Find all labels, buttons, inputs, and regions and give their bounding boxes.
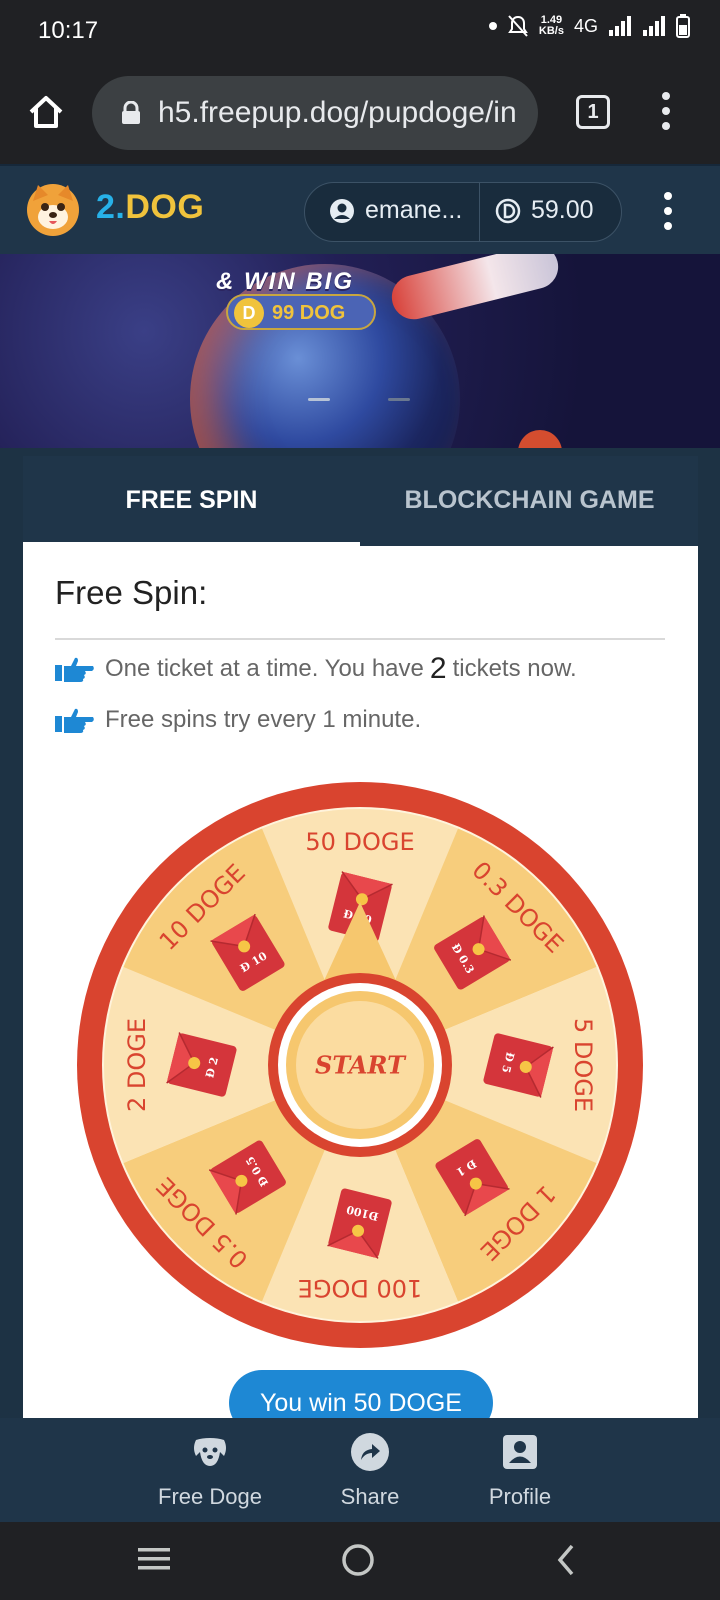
signal-icon — [609, 16, 631, 36]
wheel-segment-label: 5 DOGE — [569, 1018, 597, 1112]
banner-prize-pill: D 99 DOG — [226, 294, 376, 330]
ticket-text-after: tickets now. — [452, 655, 577, 682]
pointing-hand-icon — [55, 708, 94, 733]
url-text: h5.freepup.dog/pupdoge/in — [158, 96, 517, 129]
spin-interval-text: Free spins try every 1 minute. — [105, 706, 422, 733]
browser-toolbar: h5.freepup.dog/pupdoge/in 1 — [0, 62, 720, 164]
app-screen: 10:17 1.49 KB/s 4G h5.freepup.dog/pupdoge… — [0, 0, 720, 1600]
dog-icon — [194, 1438, 226, 1466]
balance-button[interactable]: 59.00 — [495, 196, 594, 225]
signal-icon-2 — [643, 16, 665, 36]
network-rate: 1.49 KB/s — [538, 14, 564, 37]
user-button[interactable]: emane... — [329, 196, 462, 225]
free-spin-title: Free Spin: — [55, 574, 208, 611]
wheel-segment-label: 50 DOGE — [305, 828, 414, 856]
promo-banner[interactable]: & WIN BIG D 99 DOG — [0, 254, 720, 448]
rocket-graphic — [387, 254, 563, 324]
banner-title: & WIN BIG — [216, 268, 354, 295]
shiba-logo-icon[interactable] — [26, 183, 80, 237]
nav-label: Share — [340, 1484, 400, 1509]
wheel-segment-label: 2 DOGE — [123, 1018, 151, 1112]
nav-free-doge[interactable]: Free Doge — [140, 1432, 280, 1510]
back-icon[interactable] — [554, 1542, 578, 1578]
banner-prize-text: 99 DOG — [272, 302, 346, 324]
browser-menu-icon[interactable] — [660, 92, 672, 132]
lock-icon — [122, 101, 140, 124]
ticket-info: One ticket at a time. You have 2 tickets… — [55, 652, 577, 686]
home-circle-icon[interactable] — [340, 1542, 376, 1578]
nav-label: Profile — [488, 1484, 552, 1509]
prize-wheel[interactable]: 50 DOGEÐ 500.3 DOGEÐ 0.35 DOGEÐ 51 DOGEÐ… — [77, 782, 643, 1348]
ticket-count: 2 — [429, 652, 447, 685]
home-icon[interactable] — [26, 92, 66, 132]
notification-dot-icon — [488, 22, 497, 30]
spin-interval-info: Free spins try every 1 minute. — [55, 706, 421, 734]
game-tabs: FREE SPIN BLOCKCHAIN GAME — [23, 456, 698, 546]
win-result-button[interactable]: You win 50 DOGE — [229, 1370, 493, 1418]
system-navigation — [0, 1522, 720, 1600]
share-icon — [351, 1433, 389, 1471]
app-menu-icon[interactable] — [662, 192, 674, 237]
tab-free-spin[interactable]: FREE SPIN — [23, 456, 360, 546]
app-header: 2.DOG emane... 59.00 — [0, 164, 720, 254]
recent-apps-icon[interactable] — [136, 1542, 172, 1576]
status-time: 10:17 — [38, 17, 99, 44]
ticket-text-before: One ticket at a time. You have — [105, 655, 424, 682]
nav-share[interactable]: Share — [300, 1432, 440, 1510]
tab-switcher-button[interactable]: 1 — [576, 95, 610, 129]
start-label: START — [315, 1051, 407, 1080]
battery-icon — [676, 14, 690, 38]
account-pill: emane... 59.00 — [304, 182, 622, 242]
bell-off-icon — [508, 15, 528, 37]
carousel-indicator-1[interactable] — [308, 398, 330, 401]
status-icons: 1.49 KB/s 4G — [488, 14, 690, 38]
carousel-indicator-2[interactable] — [388, 398, 410, 401]
doge-coin-icon: D — [234, 298, 264, 328]
moon-graphic — [518, 430, 562, 448]
account-divider — [479, 183, 480, 241]
divider — [55, 638, 665, 640]
doge-coin-icon — [495, 198, 521, 223]
network-type: 4G — [573, 15, 598, 36]
nav-label: Free Doge — [158, 1484, 262, 1509]
nav-profile[interactable]: Profile — [450, 1432, 590, 1510]
tab-blockchain-game[interactable]: BLOCKCHAIN GAME — [361, 456, 698, 546]
status-bar: 10:17 1.49 KB/s 4G — [0, 0, 720, 62]
profile-icon — [503, 1435, 537, 1469]
wheel-segment-label: 100 DOGE — [298, 1274, 423, 1302]
user-icon — [330, 198, 354, 223]
bottom-navigation: Free Doge Share Profile — [0, 1418, 720, 1522]
brand-name: 2.DOG — [96, 188, 205, 226]
pointing-hand-icon — [55, 657, 94, 682]
free-spin-card: Free Spin: One ticket at a time. You hav… — [23, 546, 698, 1418]
address-bar[interactable]: h5.freepup.dog/pupdoge/in — [92, 76, 538, 150]
username: emane... — [365, 196, 463, 224]
balance-value: 59.00 — [531, 196, 594, 224]
